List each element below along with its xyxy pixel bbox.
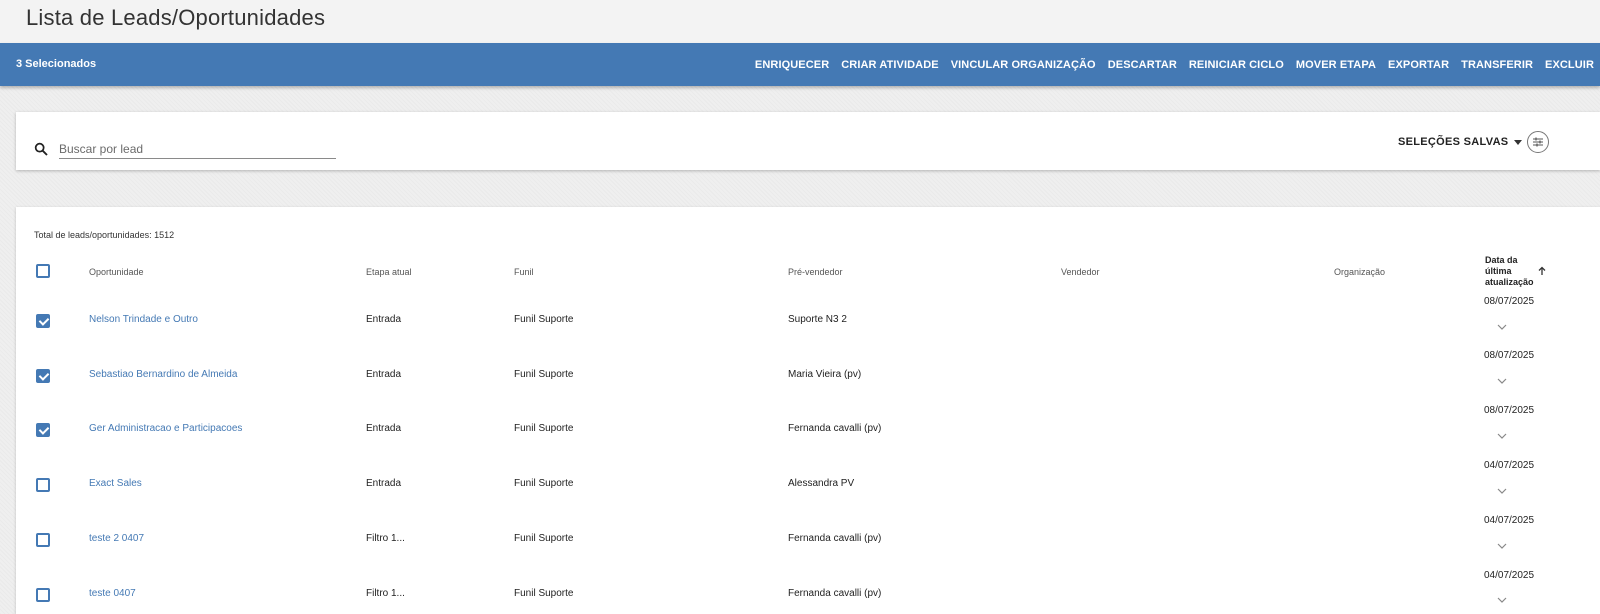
row-checkbox[interactable] [36,314,50,328]
delete-button[interactable]: EXCLUIR [1539,43,1600,86]
stage-cell: Entrada [366,314,402,325]
create-activity-button[interactable]: CRIAR ATIVIDADE [835,43,944,86]
funnel-cell: Funil Suporte [514,369,574,380]
column-header-last-update-line3: atualização [1485,277,1534,287]
search-input[interactable] [59,139,336,159]
column-header-stage[interactable]: Etapa atual [366,267,412,277]
column-header-presales[interactable]: Pré-vendedor [788,267,843,277]
opportunity-link[interactable]: teste 2 0407 [89,533,144,544]
presales-cell: Maria Vieira (pv) [788,369,862,380]
funnel-cell: Funil Suporte [514,478,574,489]
funnel-cell: Funil Suporte [514,588,574,599]
date-cell: 04/07/2025 [1484,515,1535,526]
sort-ascending-icon[interactable] [1537,266,1547,276]
presales-cell: Fernanda cavalli (pv) [788,533,882,544]
chevron-down-icon[interactable] [1496,432,1508,440]
column-header-last-update[interactable]: Data da última atualização [1485,255,1534,288]
opportunity-link[interactable]: Ger Administracao e Participacoes [89,423,242,434]
chevron-down-icon[interactable] [1496,542,1508,550]
transfer-button[interactable]: TRANSFERIR [1455,43,1539,86]
presales-cell: Suporte N3 2 [788,314,847,325]
column-header-organization[interactable]: Organização [1334,267,1385,277]
date-cell: 08/07/2025 [1484,296,1535,307]
stage-cell: Filtro 1... [366,533,405,544]
search-icon [34,142,48,156]
date-cell: 04/07/2025 [1484,460,1535,471]
row-checkbox[interactable] [36,533,50,547]
discard-button[interactable]: DESCARTAR [1102,43,1183,86]
link-organization-button[interactable]: VINCULAR ORGANIZAÇÃO [945,43,1102,86]
chevron-down-icon[interactable] [1496,596,1508,604]
enrich-button[interactable]: ENRIQUECER [749,43,835,86]
presales-cell: Alessandra PV [788,478,855,489]
presales-cell: Fernanda cavalli (pv) [788,588,882,599]
move-stage-button[interactable]: MOVER ETAPA [1290,43,1382,86]
opportunity-link[interactable]: teste 0407 [89,588,136,599]
funnel-cell: Funil Suporte [514,533,574,544]
presales-cell: Fernanda cavalli (pv) [788,423,882,434]
export-button[interactable]: EXPORTAR [1382,43,1455,86]
stage-cell: Entrada [366,423,402,434]
opportunity-link[interactable]: Exact Sales [89,478,142,489]
column-header-opportunity[interactable]: Oportunidade [89,267,144,277]
column-header-funnel[interactable]: Funil [514,267,534,277]
saved-selections-dropdown[interactable]: SELEÇÕES SALVAS [1398,134,1523,150]
row-checkbox[interactable] [36,588,50,602]
select-all-checkbox[interactable] [36,264,50,278]
selected-count: 3 Selecionados [16,58,97,70]
stage-cell: Filtro 1... [366,588,405,599]
opportunity-link[interactable]: Sebastiao Bernardino de Almeida [89,369,237,380]
column-header-last-update-line2: última [1485,266,1512,276]
date-cell: 04/07/2025 [1484,570,1535,581]
funnel-cell: Funil Suporte [514,423,574,434]
leads-table: Total de leads/oportunidades: 1512 Oport… [16,207,1600,614]
page-title: Lista de Leads/Oportunidades [26,5,326,30]
stage-cell: Entrada [366,369,402,380]
caret-down-icon [1514,139,1523,145]
page-header: Lista de Leads/Oportunidades [0,0,1600,43]
funnel-cell: Funil Suporte [514,314,574,325]
column-header-last-update-line1: Data da [1485,255,1518,265]
saved-selections-label: SELEÇÕES SALVAS [1398,136,1509,148]
bulk-actions: ENRIQUECER CRIAR ATIVIDADE VINCULAR ORGA… [749,43,1600,86]
row-checkbox[interactable] [36,423,50,437]
opportunity-link[interactable]: Nelson Trindade e Outro [89,314,198,325]
stage-cell: Entrada [366,478,402,489]
date-cell: 08/07/2025 [1484,405,1535,416]
column-header-seller[interactable]: Vendedor [1061,267,1100,277]
filter-settings-icon [1533,137,1543,147]
chevron-down-icon[interactable] [1496,487,1508,495]
search-card: SELEÇÕES SALVAS [16,112,1600,170]
chevron-down-icon[interactable] [1496,323,1508,331]
bulk-action-bar: 3 Selecionados ENRIQUECER CRIAR ATIVIDAD… [0,43,1600,86]
filter-button[interactable] [1527,131,1549,153]
total-count: Total de leads/oportunidades: 1512 [34,230,175,240]
chevron-down-icon[interactable] [1496,377,1508,385]
row-checkbox[interactable] [36,478,50,492]
row-checkbox[interactable] [36,369,50,383]
date-cell: 08/07/2025 [1484,350,1535,361]
restart-cycle-button[interactable]: REINICIAR CICLO [1183,43,1290,86]
